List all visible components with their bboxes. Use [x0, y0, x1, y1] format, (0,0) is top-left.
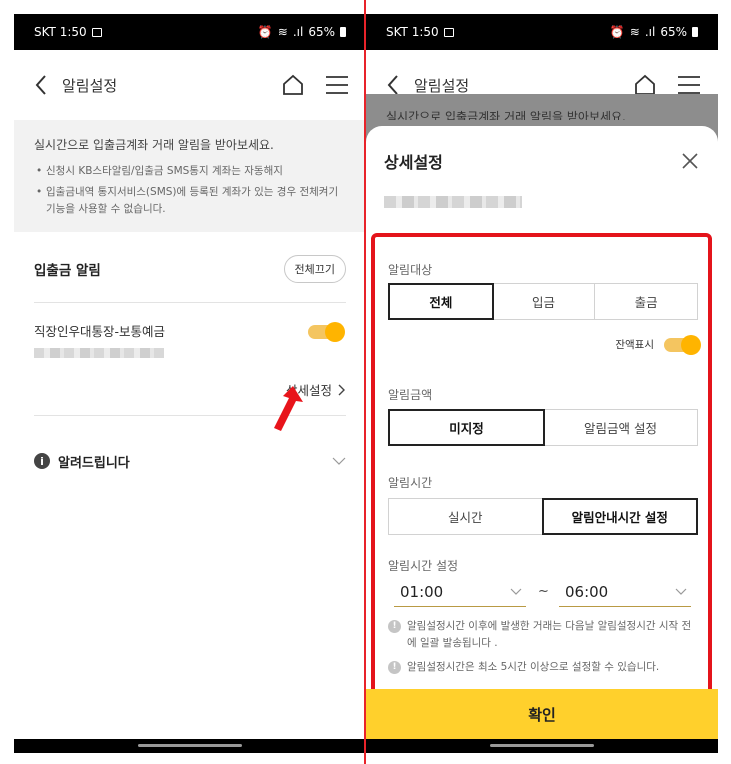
gallery-icon	[443, 27, 454, 37]
end-time-select[interactable]: 06:00	[559, 577, 691, 607]
chevron-left-icon	[387, 75, 398, 95]
account-name: 직장인우대통장-보통예금	[34, 324, 166, 339]
section-label: 입출금 알림	[34, 263, 101, 279]
battery-level: 65%	[660, 25, 687, 39]
notice-bullet: 입출금내역 통지서비스(SMS)에 등록된 계좌가 있는 경우 전체켜기 기능을…	[34, 184, 346, 218]
confirm-button[interactable]: 확인	[366, 689, 718, 739]
balance-toggle[interactable]	[664, 334, 701, 355]
hamburger-icon	[326, 76, 348, 94]
nav-bar	[14, 739, 366, 753]
sheet-title: 상세설정	[384, 153, 443, 172]
back-button[interactable]	[28, 72, 54, 98]
hint-text: 알림설정시간 이후에 발생한 거래는 다음날 알림설정시간 시작 전에 일괄 발…	[407, 620, 692, 649]
account-number-masked	[34, 348, 164, 358]
balance-label: 잔액표시	[615, 339, 654, 351]
time-label: 알림시간	[388, 476, 433, 490]
info-icon: i	[34, 453, 50, 469]
start-time-value: 01:00	[400, 582, 444, 601]
time-hint: ! 알림설정시간 이후에 발생한 거래는 다음날 알림설정시간 시작 전에 일괄…	[388, 618, 700, 652]
page-title: 알림설정	[62, 76, 118, 95]
chevron-down-icon	[510, 588, 522, 595]
account-alert-toggle[interactable]	[308, 322, 345, 342]
gallery-icon	[91, 27, 102, 37]
target-option-withdrawal[interactable]: 출금	[595, 284, 697, 319]
time-range-separator: ~	[538, 584, 549, 599]
end-time-value: 06:00	[565, 582, 609, 601]
all-off-button[interactable]: 전체끄기	[283, 255, 346, 283]
hint-text: 알림설정시간은 최소 5시간 이상으로 설정할 수 있습니다.	[407, 661, 660, 673]
screenshot-canvas: SKT 1:50 ⏰ ≋ .ıl 65% 알림설정 실시간으로 입출금계좌 거래…	[0, 0, 731, 764]
home-indicator	[138, 744, 242, 747]
status-time: SKT 1:50	[386, 25, 439, 39]
time-hint: ! 알림설정시간은 최소 5시간 이상으로 설정할 수 있습니다.	[388, 659, 700, 676]
time-setting-label: 알림시간 설정	[388, 559, 459, 573]
target-option-deposit[interactable]: 입금	[493, 284, 596, 319]
chevron-left-icon	[35, 75, 46, 95]
status-time: SKT 1:50	[34, 25, 87, 39]
right-screen: SKT 1:50 ⏰ ≋ .ıl 65% 알림설정 실시간으로 입출금계좌 거래…	[366, 14, 718, 753]
close-icon[interactable]	[680, 151, 700, 171]
home-icon	[283, 74, 303, 95]
amount-selector: 미지정 알림금액 설정	[388, 409, 698, 446]
balance-display: 잔액표시	[615, 334, 701, 355]
info-notice: 실시간으로 입출금계좌 거래 알림을 받아보세요. 신청시 KB스타알림/입출금…	[14, 120, 366, 232]
nav-bar	[366, 739, 718, 753]
wifi-icon: ≋	[629, 25, 640, 39]
status-bar: SKT 1:50 ⏰ ≋ .ıl 65%	[366, 14, 718, 50]
notice-accordion[interactable]: i 알려드립니다	[14, 416, 366, 506]
home-button[interactable]	[278, 70, 308, 100]
hamburger-icon	[678, 76, 700, 94]
app-bar: 알림설정	[14, 50, 366, 120]
notice-bullets: 신청시 KB스타알림/입출금 SMS통지 계좌는 자동해지 입출금내역 통지서비…	[34, 163, 346, 218]
notice-accordion-label: 알려드립니다	[58, 455, 130, 471]
status-bar: SKT 1:50 ⏰ ≋ .ıl 65%	[14, 14, 366, 50]
detail-settings-sheet: 상세설정 알림대상 전체 입금 출금 잔액표시 알림금액 미지정 알림금액 설정	[366, 126, 718, 753]
amount-option-unset[interactable]: 미지정	[388, 409, 545, 446]
time-selector: 실시간 알림안내시간 설정	[388, 498, 698, 535]
signal-icon: .ıl	[644, 25, 656, 39]
time-option-schedule[interactable]: 알림안내시간 설정	[541, 498, 698, 535]
signal-icon: .ıl	[292, 25, 304, 39]
notice-main-text: 실시간으로 입출금계좌 거래 알림을 받아보세요.	[34, 138, 274, 152]
alarm-icon: ⏰	[257, 25, 273, 39]
amount-label: 알림금액	[388, 388, 433, 402]
page-title: 알림설정	[414, 76, 470, 95]
target-selector: 전체 입금 출금	[388, 283, 698, 320]
left-screen: SKT 1:50 ⏰ ≋ .ıl 65% 알림설정 실시간으로 입출금계좌 거래…	[14, 14, 366, 753]
account-number-masked	[384, 196, 522, 208]
battery-level: 65%	[308, 25, 335, 39]
battery-icon	[692, 27, 698, 37]
exclamation-icon: !	[388, 661, 401, 674]
exclamation-icon: !	[388, 620, 401, 633]
account-row: 직장인우대통장-보통예금 상세설정	[14, 303, 366, 415]
sheet-header: 상세설정	[366, 126, 718, 196]
time-option-realtime[interactable]: 실시간	[389, 499, 543, 534]
red-arrow-icon	[274, 386, 303, 431]
target-label: 알림대상	[388, 263, 433, 277]
amount-option-set[interactable]: 알림금액 설정	[544, 410, 697, 445]
menu-button[interactable]	[322, 70, 352, 100]
chevron-right-icon	[338, 384, 345, 395]
chevron-down-icon	[332, 457, 346, 465]
deposit-alert-header: 입출금 알림 전체끄기	[14, 236, 366, 302]
chevron-down-icon	[675, 588, 687, 595]
home-indicator	[490, 744, 594, 747]
wifi-icon: ≋	[277, 25, 288, 39]
target-option-all[interactable]: 전체	[388, 283, 494, 320]
alarm-icon: ⏰	[609, 25, 625, 39]
battery-icon	[340, 27, 346, 37]
notice-bullet: 신청시 KB스타알림/입출금 SMS통지 계좌는 자동해지	[34, 163, 346, 180]
start-time-select[interactable]: 01:00	[394, 577, 526, 607]
